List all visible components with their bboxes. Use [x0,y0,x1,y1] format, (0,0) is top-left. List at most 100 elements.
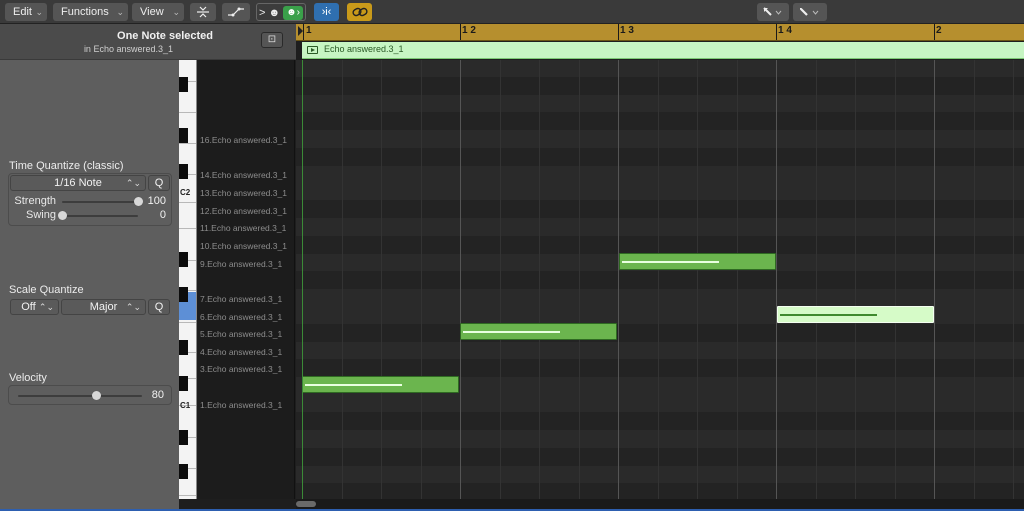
pointer-tool-icon [763,7,782,16]
bar-ruler[interactable]: 1 1 2 1 3 1 4 2 [296,24,1024,41]
note-grid[interactable] [296,60,1024,499]
link-icon [351,7,368,17]
link-button[interactable] [347,3,372,21]
note-name-row: 12.Echo answered.3_1 [200,206,287,216]
inspector-toggle-icon: ⊡ [267,34,277,45]
piano-keyboard[interactable]: C2 C1 [179,60,197,499]
midi-region-icon [307,46,318,54]
note-name-row: 16.Echo answered.3_1 [200,135,287,145]
note-names-column: 16.Echo answered.3_1 14.Echo answered.3_… [197,60,295,499]
collapse-icon [197,6,209,18]
edit-menu-label: Edit [13,6,32,18]
note-name-row: 13.Echo answered.3_1 [200,188,287,198]
swing-slider[interactable] [62,215,138,217]
scale-quantize-q-button[interactable]: Q [148,299,170,315]
inspector-toggle-button[interactable]: ⊡ [261,32,283,48]
chevron-down-icon: ⌄ [116,7,124,17]
automation-curve-icon [228,7,244,17]
swing-label: Swing [26,209,56,221]
black-key[interactable] [179,252,188,267]
pencil-tool-icon [800,8,819,16]
piano-roll-inspector [0,24,179,511]
bar-number: 1 [306,25,312,36]
chevron-down-icon: ⌄ [172,7,180,17]
bar-number: 1 2 [462,25,476,36]
region-header[interactable]: Echo answered.3_1 [302,42,1024,59]
scale-root-select[interactable]: Off ⌃⌄ [10,299,59,315]
note-name-row: 5.Echo answered.3_1 [200,329,283,339]
bar-number: 1 3 [620,25,634,36]
bar-number: 2 [936,25,942,36]
midi-note-selected[interactable] [777,306,934,323]
time-quantize-value-select[interactable]: 1/16 Note ⌃⌄ [10,175,146,191]
scale-quantize-title: Scale Quantize [9,284,84,296]
note-velocity-line [622,261,719,263]
midi-in-active-icon: ☻› [283,6,303,20]
view-menu[interactable]: View ⌄ [132,3,184,21]
note-name-row: 14.Echo answered.3_1 [200,170,287,180]
automation-button[interactable] [222,3,250,21]
velocity-title: Velocity [9,372,47,384]
playhead-marker[interactable] [298,26,303,36]
scrollbar-thumb[interactable] [296,501,316,507]
region-start-line [302,60,303,499]
note-name-row: 11.Echo answered.3_1 [200,223,287,233]
black-key[interactable] [179,164,188,179]
black-key[interactable] [179,430,188,445]
catch-icon: ›Ꭵ‹ [321,6,332,18]
midi-plug-icon: ☻ [268,7,281,19]
key-label-c2: C2 [180,188,191,197]
note-name-row: 9.Echo answered.3_1 [200,259,283,269]
scale-type-select[interactable]: Major ⌃⌄ [61,299,146,315]
region-name: Echo answered.3_1 [324,44,404,54]
note-name-row: 1.Echo answered.3_1 [200,400,283,410]
note-velocity-line [780,314,877,316]
midi-note[interactable] [302,376,459,393]
black-key[interactable] [179,340,188,355]
time-quantize-title: Time Quantize (classic) [9,160,124,172]
swing-value: 0 [159,209,166,221]
updown-chevron-icon: ⌃⌄ [125,302,141,312]
edit-menu[interactable]: Edit ⌄ [5,3,47,21]
swing-slider-knob[interactable] [58,211,67,220]
note-name-row: 3.Echo answered.3_1 [200,364,283,374]
note-name-row: 6.Echo answered.3_1 [200,312,283,322]
scale-type-value: Major [89,301,118,313]
time-quantize-value: 1/16 Note [54,177,102,189]
midi-in-button[interactable]: > ☻ ☻› [256,3,306,21]
updown-chevron-icon: ⌃⌄ [125,178,141,188]
time-quantize-q-label: Q [154,177,164,189]
selection-header: One Note selected in Echo answered.3_1 ⊡ [0,24,296,60]
horizontal-scrollbar[interactable] [296,499,1024,509]
chevron-down-icon: ⌄ [35,7,43,17]
strength-value: 100 [147,195,166,207]
view-menu-label: View [140,6,164,18]
selection-subtitle: in Echo answered.3_1 [83,44,173,54]
black-key[interactable] [179,77,188,92]
left-click-tool-menu[interactable] [757,3,789,21]
midi-in-label: > [259,7,266,19]
functions-menu[interactable]: Functions ⌄ [53,3,128,21]
midi-note[interactable] [619,253,776,270]
note-velocity-line [305,384,402,386]
selection-title: One Note selected [117,30,213,42]
key-label-c1: C1 [180,401,191,410]
black-key[interactable] [179,376,188,391]
note-name-row: 10.Echo answered.3_1 [200,241,287,251]
black-key[interactable] [179,287,188,302]
catch-playhead-button[interactable]: ›Ꭵ‹ [314,3,339,21]
note-name-row: 7.Echo answered.3_1 [200,294,283,304]
note-name-row: 4.Echo answered.3_1 [200,347,283,357]
strength-label: Strength [14,195,56,207]
note-velocity-line [463,331,560,333]
time-quantize-q-button[interactable]: Q [148,175,170,191]
scale-root-value: Off [21,301,36,313]
black-key[interactable] [179,128,188,143]
black-key[interactable] [179,464,188,479]
strength-slider[interactable] [62,201,138,203]
collapse-view-button[interactable] [190,3,216,21]
command-click-tool-menu[interactable] [793,3,827,21]
velocity-slider[interactable] [18,395,142,397]
velocity-value: 80 [151,389,164,401]
midi-note[interactable] [460,323,617,340]
